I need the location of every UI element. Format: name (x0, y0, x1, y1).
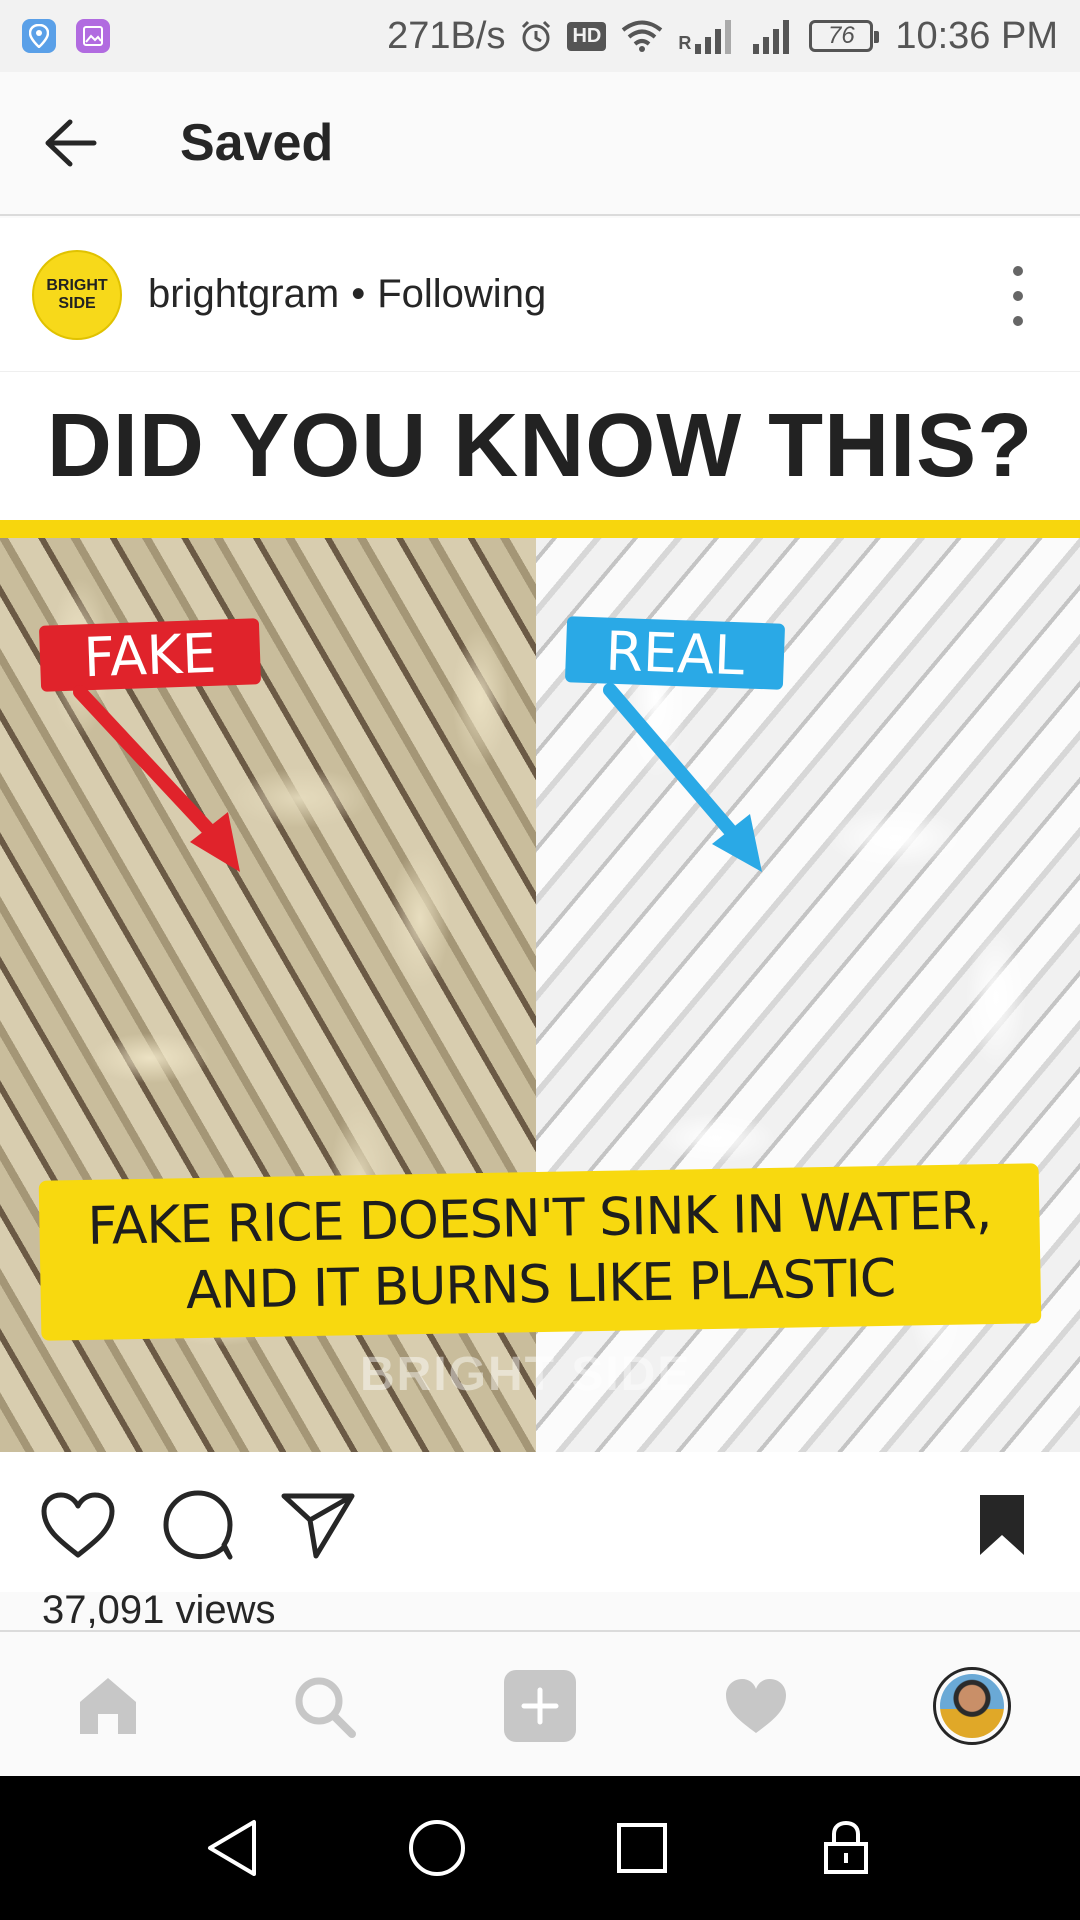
alarm-icon (522, 20, 551, 52)
watermark: BRIGHT SIDE (360, 1348, 692, 1401)
signal-icon (753, 20, 790, 54)
home-circle-icon[interactable] (401, 1812, 473, 1884)
avatar-text: SIDE (58, 294, 96, 312)
signal-icon: R (678, 18, 737, 54)
blue-arrow-icon (603, 683, 747, 849)
system-navigation (0, 1776, 1080, 1920)
post-image[interactable]: DID YOU KNOW THIS? FAKE REAL FAKE RICE D… (0, 372, 1080, 1452)
activity-heart-icon[interactable] (720, 1670, 792, 1742)
status-bar: 271B/s HD R 76 10:36 PM (0, 0, 1080, 72)
page-title: Saved (180, 114, 334, 172)
profile-avatar[interactable] (930, 1664, 1014, 1748)
more-options-icon[interactable] (1006, 266, 1030, 326)
view-count: 37,091 views (42, 1588, 276, 1632)
following-status[interactable]: Following (377, 272, 546, 317)
status-notifications (22, 19, 110, 53)
heart-icon[interactable] (38, 1485, 118, 1565)
status-indicators: 271B/s HD R 76 10:36 PM (387, 15, 1058, 58)
battery-icon: 76 (809, 20, 880, 52)
avatar-text: BRIGHT (46, 276, 108, 294)
red-arrow-icon (73, 685, 227, 849)
app-header: Saved (0, 72, 1080, 216)
back-arrow-icon (45, 119, 97, 167)
author-avatar[interactable]: BRIGHT SIDE (32, 249, 122, 340)
gallery-app-icon (76, 19, 110, 53)
bookmark-icon[interactable] (962, 1485, 1042, 1565)
post-actions (0, 1452, 1080, 1592)
post-author: brightgram • Following (148, 272, 546, 317)
carrier-label: R (678, 33, 692, 53)
profile-photo (940, 1674, 1004, 1738)
clock: 10:36 PM (895, 14, 1058, 57)
home-icon[interactable] (72, 1670, 144, 1742)
bottom-navigation (0, 1630, 1080, 1776)
image-caption: FAKE RICE DOESN'T SINK IN WATER, AND IT … (38, 1163, 1042, 1341)
location-app-icon (22, 19, 56, 53)
profile-ring (933, 1667, 1011, 1745)
hd-badge: HD (567, 21, 607, 51)
network-speed: 271B/s (387, 14, 506, 57)
caption-line: AND IT BURNS LIKE PLASTIC (185, 1248, 896, 1322)
comment-icon[interactable] (158, 1485, 238, 1565)
back-triangle-icon[interactable] (196, 1812, 268, 1884)
wifi-icon (622, 20, 663, 52)
share-icon[interactable] (278, 1485, 358, 1565)
post-header: BRIGHT SIDE brightgram • Following (0, 218, 1080, 372)
recents-square-icon[interactable] (606, 1812, 678, 1884)
add-icon[interactable] (504, 1670, 576, 1742)
separator-dot: • (351, 272, 366, 316)
search-icon[interactable] (288, 1670, 360, 1742)
back-button[interactable] (0, 71, 140, 215)
lock-icon[interactable] (810, 1812, 882, 1884)
username-link[interactable]: brightgram (148, 272, 339, 317)
